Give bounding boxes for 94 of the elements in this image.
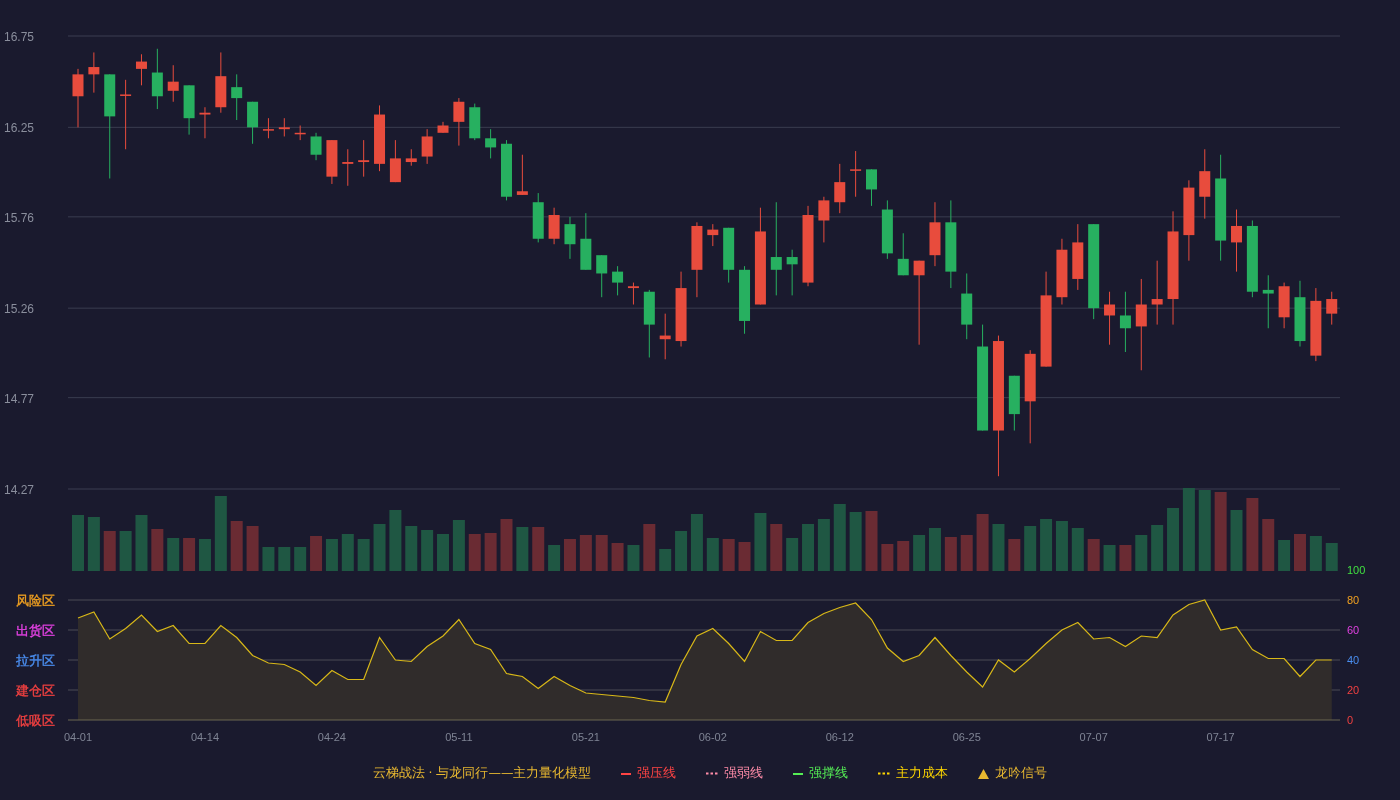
axis-label: 04-24 [317,731,346,743]
axis-label: 06-02 [698,731,727,743]
candlestick [1151,260,1163,326]
candlestick [881,199,893,260]
zone-label: 出货区 [16,623,55,638]
legend-label: 主力成本 [896,765,949,782]
candlestick [72,68,84,128]
candlestick [961,272,973,340]
candlestick [707,223,719,247]
candlestick [262,117,274,139]
zone-label: 风险区 [16,593,55,608]
candlestick [1231,209,1242,273]
candlestick [1278,282,1290,329]
candlestick [929,201,941,267]
candlestick [342,148,354,187]
axis-label: 04-14 [190,731,220,743]
axis-label: 16.25 [4,121,35,136]
candlestick [374,104,386,172]
candlestick [818,196,830,243]
candlestick [1008,375,1020,432]
candlestick [120,79,132,150]
axis-label: 14.27 [4,483,35,497]
candlestick [659,313,671,360]
candlestick [866,168,877,207]
candlestick [88,51,100,94]
candlestick [1294,280,1306,347]
candlestick [294,125,306,141]
candlestick [580,212,592,271]
candlestick [1104,291,1116,346]
candlestick [278,117,290,137]
candlestick [643,289,655,358]
axis-label: 100 [1347,564,1366,576]
candlestick [1199,148,1211,220]
candlestick [167,64,179,103]
candlestick [469,103,481,141]
axis-label: 20 [1347,684,1360,696]
axis-label: 60 [1347,624,1360,636]
candlestick [405,148,417,167]
axis-label: 40 [1347,654,1360,666]
axis-label: 0 [1347,714,1354,726]
candlestick [421,128,433,165]
axis-label: 80 [1347,594,1360,606]
candlestick [564,216,576,260]
candlestick [1119,291,1131,353]
candlestick [723,227,735,284]
candlestick [501,139,512,201]
axis-label: 16.75 [4,30,35,44]
candlestick [485,128,497,159]
candlestick [612,265,624,296]
candlestick [834,163,846,214]
legend-label: 强弱线 [724,765,764,782]
candlestick [199,106,211,139]
legend-label: 强撑线 [809,765,849,782]
candlestick [897,232,909,276]
candlestick [1072,223,1084,291]
axis-label: 15.26 [4,302,35,317]
candlestick [548,207,560,245]
legend-label: 龙吟信号 [995,765,1048,782]
legend-label: 强压线 [637,765,677,782]
candlestick [850,150,862,198]
candlestick [786,249,798,296]
candlestick [437,121,449,134]
candlestick [627,282,639,305]
candlestick [453,97,465,147]
axis-label: 05-21 [571,731,600,743]
candlestick [358,139,370,178]
axis-label: 06-25 [952,731,981,743]
axis-label: 07-07 [1079,731,1108,743]
candlestick [183,84,195,136]
candlestick [739,265,751,335]
candlestick [1326,291,1338,326]
candlestick [389,139,401,183]
candlestick [215,51,227,114]
candlestick [532,192,544,243]
candlestick [310,132,322,161]
axis-label: 15.76 [4,210,35,225]
axis-label: 04-01 [63,731,93,743]
candlestick [151,48,163,110]
candlestick [1262,274,1274,329]
candlestick [596,254,608,298]
axis-label: 14.77 [4,391,35,406]
axis-label: 06-12 [825,731,854,743]
axis-label: 05-11 [445,731,473,743]
candlestick [247,101,259,145]
candlestick [1056,238,1068,305]
zone-label: 建仓区 [16,683,55,698]
candlestick [326,139,338,185]
candlestick [136,53,147,86]
candlestick [516,154,528,196]
zone-label: 低吸区 [16,713,55,728]
legend-label: 云梯战法 · 与龙同行——主力量化模型 [372,765,592,782]
axis-label: 07-17 [1206,731,1235,743]
candlestick [231,73,243,121]
zone-label: 拉升区 [16,653,55,668]
